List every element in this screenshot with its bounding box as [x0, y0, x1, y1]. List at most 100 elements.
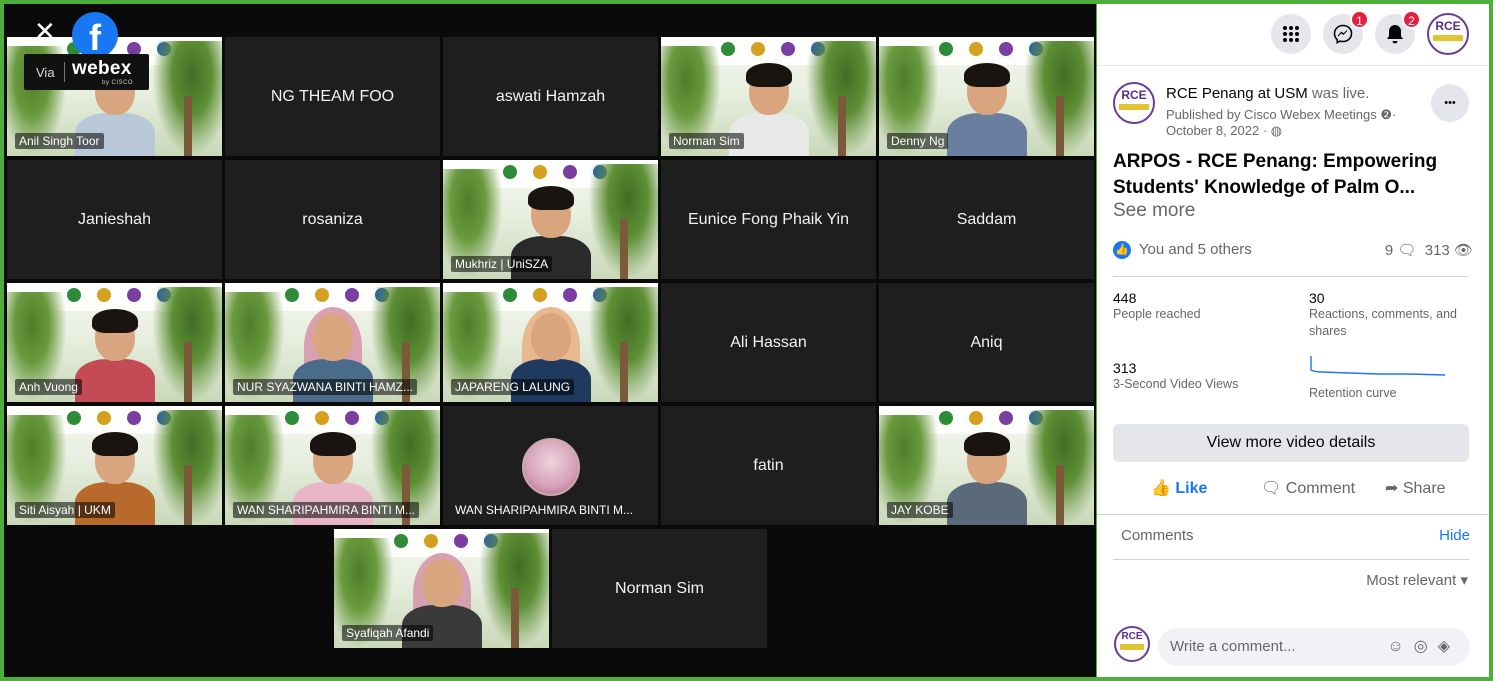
participant-name-label: JAY KOBE	[887, 502, 953, 518]
palm-trunk-graphic	[184, 342, 192, 402]
participant-tile[interactable]: Ali Hassan	[661, 283, 876, 402]
comment-bubble-icon: 🗨	[1397, 242, 1417, 259]
palm-trunk-graphic	[184, 96, 192, 156]
participant-name-label: Norman Sim	[669, 133, 744, 149]
sponsor-logo-icon	[345, 288, 359, 302]
like-button[interactable]: 👍 Like	[1151, 478, 1207, 498]
comments-count[interactable]: 9	[1385, 242, 1393, 259]
participant-tile[interactable]: Syafiqah Afandi	[334, 529, 549, 648]
post-author-line: RCE Penang at USM was live.	[1166, 85, 1369, 102]
participant-tile[interactable]: fatin	[661, 406, 876, 525]
participant-tile[interactable]: Siti Aisyah | UKM	[7, 406, 222, 525]
share-icon: ➦	[1385, 480, 1399, 497]
account-avatar[interactable]: RCE	[1427, 13, 1469, 55]
palm-trunk-graphic	[1056, 96, 1064, 156]
sponsor-logo-icon	[563, 165, 577, 179]
comments-title: Comments	[1121, 527, 1194, 544]
participant-tile[interactable]: Janieshah	[7, 160, 222, 279]
participant-name-label: Anil Singh Toor	[15, 133, 104, 149]
share-button[interactable]: ➦ Share	[1385, 478, 1446, 498]
post-status: was live.	[1311, 85, 1370, 102]
participant-tile[interactable]: NUR SYAZWANA BINTI HAMZ...	[225, 283, 440, 402]
sponsor-logo-icon	[503, 165, 517, 179]
like-label: Like	[1175, 480, 1208, 497]
sponsor-logo-icon	[721, 42, 735, 56]
eye-icon: 👁	[1453, 242, 1473, 259]
stat-video-views: 313 3-Second Video Views	[1113, 360, 1293, 393]
comment-label: Comment	[1285, 480, 1356, 497]
webex-video-grid: Anil Singh Toor NG THEAM FOO aswati Hamzah…	[4, 4, 1096, 677]
like-reaction-icon: 👍	[1113, 241, 1131, 260]
participant-body	[946, 113, 1027, 156]
sticker-icon[interactable]: ◈	[1438, 638, 1460, 655]
participant-name-label: WAN SHARIPAHMIRA BINTI M...	[233, 502, 420, 518]
sponsor-logo-icon	[503, 288, 517, 302]
published-by: Published by Cisco Webex Meetings	[1166, 107, 1377, 122]
facebook-logo-icon: f	[72, 12, 118, 58]
page-name-link[interactable]: RCE Penang at USM	[1166, 85, 1308, 102]
post-date[interactable]: October 8, 2022	[1166, 123, 1259, 138]
participant-name-label: Saddam	[956, 210, 1017, 228]
participant-tile[interactable]: JAY KOBE	[879, 406, 1094, 525]
participant-face	[312, 313, 353, 361]
messenger-icon[interactable]: 1	[1323, 10, 1369, 54]
close-icon[interactable]: ✕	[34, 18, 56, 44]
participant-name-label: Mukhriz | UniSZA	[451, 256, 553, 272]
stat-value: 30	[1309, 290, 1325, 306]
participant-tile[interactable]: NG THEAM FOO	[225, 37, 440, 156]
participant-tile[interactable]: WAN SHARIPAHMIRA BINTI M...	[443, 406, 658, 525]
participant-hair	[745, 63, 792, 87]
participant-tile[interactable]: Norman Sim	[661, 37, 876, 156]
palm-trunk-graphic	[838, 96, 846, 156]
palm-trunk-graphic	[1056, 465, 1064, 525]
bell-icon[interactable]: 2	[1375, 10, 1421, 54]
participant-tile[interactable]: Norman Sim	[552, 529, 767, 648]
view-video-details-button[interactable]: View more video details	[1113, 424, 1469, 462]
participant-tile[interactable]: Denny Ng	[879, 37, 1094, 156]
participant-tile[interactable]: Mukhriz | UniSZA	[443, 160, 658, 279]
stat-label: Retention curve	[1309, 386, 1397, 400]
see-more-link[interactable]: See more	[1113, 200, 1195, 222]
more-options-icon[interactable]: •••	[1431, 84, 1469, 122]
comment-input[interactable]: Write a comment... ☺◎◈	[1158, 628, 1470, 666]
participant-name-label: Anh Vuong	[15, 379, 82, 395]
emoji-icon[interactable]: ☺	[1387, 638, 1413, 655]
participant-tile[interactable]: Anh Vuong	[7, 283, 222, 402]
grid-menu-icon[interactable]	[1271, 14, 1311, 54]
avatar-text: RCE	[1435, 19, 1461, 33]
participant-hair	[527, 186, 574, 210]
hide-comments-link[interactable]: Hide	[1439, 527, 1470, 544]
participant-name-label: Norman Sim	[615, 579, 704, 597]
via-webex-badge: Via webex by CISCO	[24, 54, 149, 90]
participant-tile[interactable]: Aniq	[879, 283, 1094, 402]
participant-tile[interactable]: WAN SHARIPAHMIRA BINTI M...	[225, 406, 440, 525]
participant-tile[interactable]: Saddam	[879, 160, 1094, 279]
participant-name-label: WAN SHARIPAHMIRA BINTI M...	[455, 503, 634, 517]
participant-tile[interactable]: rosaniza	[225, 160, 440, 279]
participant-tile[interactable]: aswati Hamzah	[443, 37, 658, 156]
participant-name-label: NG THEAM FOO	[270, 87, 395, 105]
sponsor-logo-icon	[345, 411, 359, 425]
sponsor-logo-icon	[969, 411, 983, 425]
page-avatar[interactable]: RCE	[1113, 82, 1155, 124]
participant-tile[interactable]: JAPARENG LALUNG	[443, 283, 658, 402]
participant-face	[530, 313, 571, 361]
messenger-badge: 1	[1350, 10, 1369, 29]
stat-retention: Retention curve	[1309, 354, 1489, 402]
sponsor-logo-icon	[97, 288, 111, 302]
reactions-text[interactable]: You and 5 others	[1139, 241, 1252, 258]
sponsor-logo-icon	[751, 42, 765, 56]
palm-trunk-graphic	[620, 342, 628, 402]
camera-icon[interactable]: ◎	[1414, 638, 1438, 655]
views-count: 313	[1424, 242, 1450, 259]
globe-icon: · ◍	[1262, 123, 1283, 138]
participant-tile[interactable]: Eunice Fong Phaik Yin	[661, 160, 876, 279]
stat-label: 3-Second Video Views	[1113, 377, 1239, 391]
sponsor-logo-icon	[67, 411, 81, 425]
participant-name-label: Aniq	[970, 333, 1003, 351]
comment-button[interactable]: 🗨 Comment	[1261, 478, 1355, 498]
participant-hair	[91, 432, 138, 456]
sponsor-logo-icon	[533, 288, 547, 302]
sort-dropdown[interactable]: Most relevant ▾	[1366, 571, 1468, 589]
avatar-text: RCE	[1121, 88, 1147, 102]
